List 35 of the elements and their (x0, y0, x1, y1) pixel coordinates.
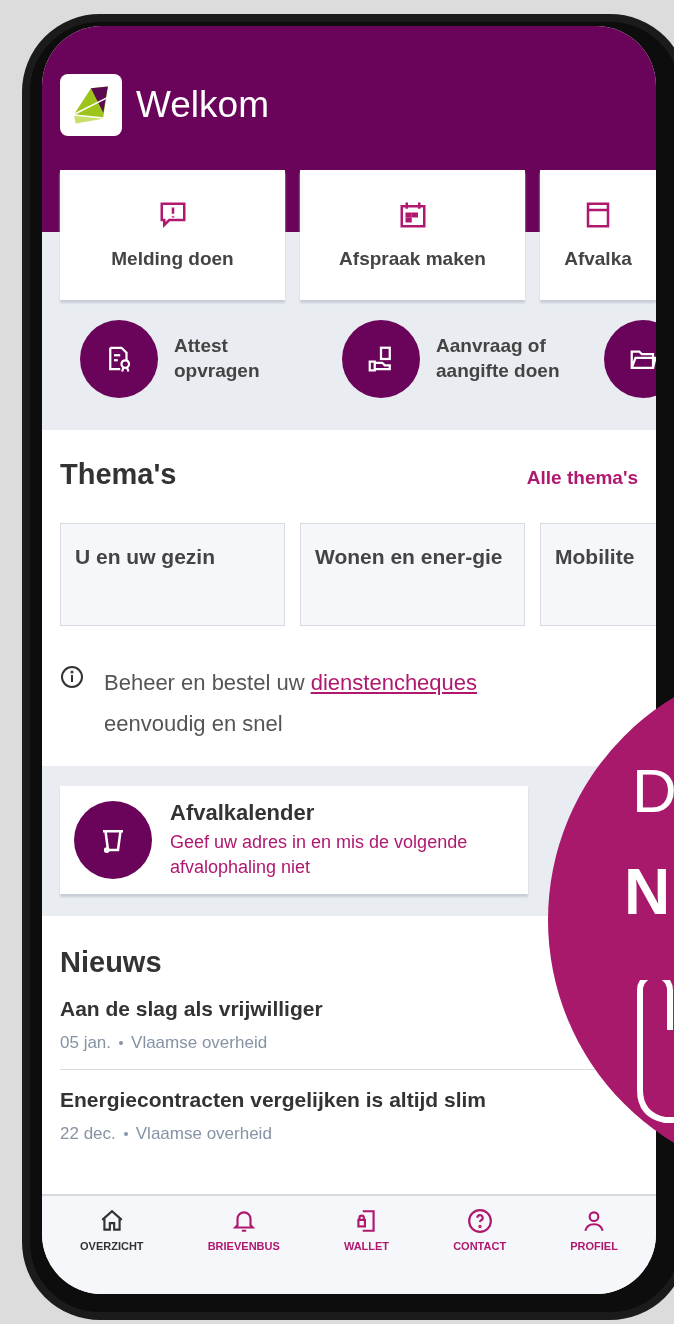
promo-subtitle: Geef uw adres in en mis de volgende afvalophaling niet (170, 831, 469, 880)
news-date: 05 jan. (60, 1033, 112, 1054)
info-icon (60, 665, 84, 689)
theme-card[interactable]: U en uw gezin (60, 523, 285, 626)
section-heading: Nieuws (60, 946, 163, 980)
action-tile[interactable]: Melding doen (60, 170, 285, 300)
quick-link[interactable]: Attest opvragen (80, 320, 314, 398)
news-source: Vlaamse overheid (135, 1124, 272, 1145)
promo-title: Afvalkalender (170, 800, 316, 826)
bell-icon (230, 1208, 257, 1234)
tab-item[interactable]: CONTACT (453, 1208, 507, 1260)
section-heading: Thema's (60, 458, 177, 491)
quick-link[interactable]: Aanvraag of aangifte doen (342, 320, 576, 398)
theme-card[interactable]: Mobilite (540, 523, 656, 626)
logo-icon (60, 74, 122, 136)
tab-item[interactable]: PROFIEL (570, 1208, 618, 1260)
badge-text: N (624, 860, 671, 924)
page-title: Welkom (136, 83, 269, 127)
news-title[interactable]: Energiecontracten vergelijken is altijd slim (60, 1088, 486, 1113)
theme-card[interactable]: Wonen en ener-gie (300, 523, 525, 626)
promo-card[interactable]: Afvalkalender Geef uw adres in en mis de volgende afvalophaling niet (60, 786, 528, 895)
news-source: Vlaamse overheid (131, 1033, 268, 1054)
separator-dot (119, 1041, 124, 1046)
news-date: 22 dec. (60, 1124, 116, 1145)
news-title[interactable]: Aan de slag als vrijwilliger (60, 997, 323, 1022)
tab-item[interactable]: WALLET (343, 1208, 390, 1260)
badge-text: D (632, 760, 674, 822)
action-tile[interactable]: Afvalka (540, 170, 656, 300)
action-tile[interactable]: Afspraak maken (300, 170, 525, 300)
tab-item[interactable]: OVERZICHT (80, 1208, 144, 1260)
dienstencheques-link[interactable]: dienstencheques (310, 670, 478, 695)
all-themes-link[interactable]: Alle thema's (526, 467, 638, 489)
tab-item[interactable]: BRIEVENBUS (207, 1208, 280, 1260)
separator-dot (123, 1132, 128, 1137)
help-icon (466, 1208, 493, 1234)
